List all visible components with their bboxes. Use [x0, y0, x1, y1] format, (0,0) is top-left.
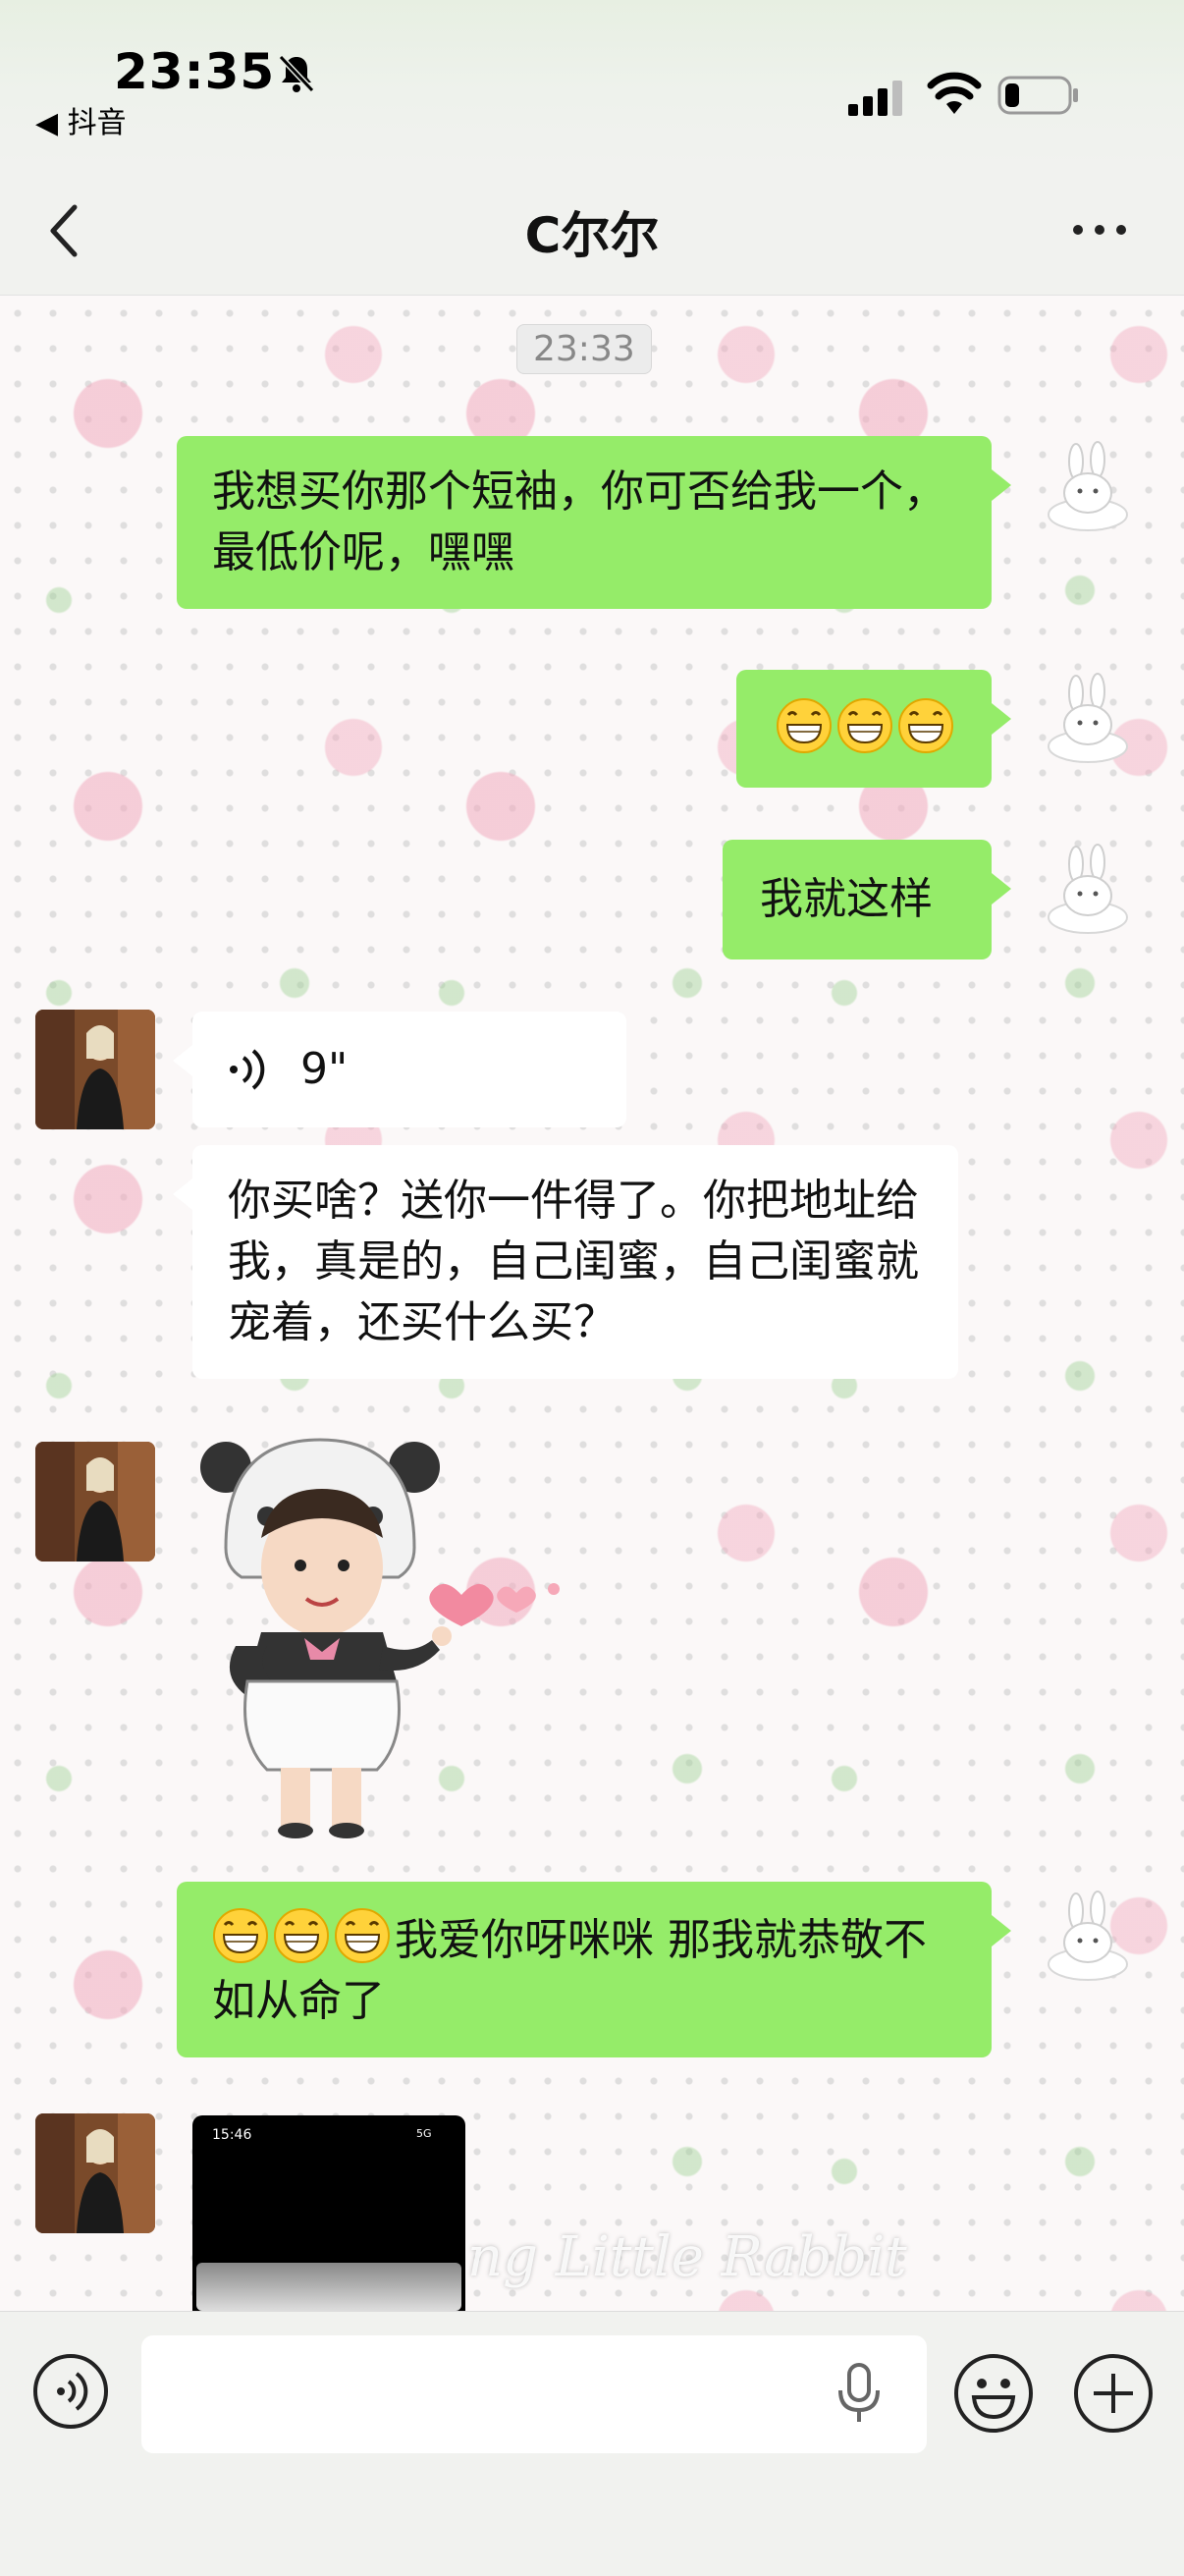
message-bubble-outgoing[interactable]: 我爱你呀咪咪 那我就恭敬不如从命了 [177, 1882, 1011, 2057]
add-attachment-icon[interactable] [1072, 2352, 1155, 2435]
contact-avatar-photo [35, 1442, 155, 1562]
image-content [196, 2263, 461, 2311]
message-bubble-incoming[interactable]: 你买啥？送你一件得了。你把地址给我，真是的，自己闺蜜，自己闺蜜就宠着，还买什么买… [173, 1145, 958, 1379]
heart-icon [497, 1586, 536, 1613]
self-avatar-bunny-icon[interactable] [1039, 1890, 1137, 1988]
image-message[interactable]: 15:46 5G [192, 2115, 465, 2311]
contact-avatar[interactable] [35, 1442, 155, 1562]
grinning-face-emoji-icon [335, 1908, 390, 1963]
status-time: 23:35 [114, 43, 276, 100]
self-avatar-bunny-icon[interactable] [1039, 672, 1137, 770]
wallpaper-watermark: ng Little Rabbit [467, 2225, 907, 2289]
message-text: 我就这样 [760, 874, 933, 924]
contact-avatar[interactable] [35, 2113, 155, 2233]
heart-icon [429, 1583, 494, 1626]
back-to-app-link[interactable]: ◀ 抖音 [35, 98, 127, 141]
more-options-icon[interactable] [1070, 218, 1129, 242]
voice-input-icon[interactable] [31, 2352, 110, 2431]
message-text: 我想买你那个短袖，你可否给我一个，最低价呢，嘿嘿 [212, 466, 946, 577]
message-bubble-outgoing[interactable] [736, 670, 1011, 788]
message-input[interactable] [141, 2335, 927, 2453]
grinning-face-emoji-icon [837, 698, 892, 753]
contact-avatar-photo [35, 2113, 155, 2233]
grinning-face-emoji-icon [898, 698, 953, 753]
cellular-signal-icon [848, 81, 902, 116]
panda-girl-heart-sticker[interactable] [196, 1430, 569, 1842]
message-text: 你买啥？送你一件得了。你把地址给我，真是的，自己闺蜜，自己闺蜜就宠着，还买什么买… [228, 1176, 919, 1347]
voice-duration: 9" [300, 1044, 349, 1094]
message-timestamp: 23:33 [516, 324, 652, 374]
image-status-net: 5G [416, 2127, 432, 2140]
contact-avatar[interactable] [35, 1010, 155, 1129]
emoji-picker-icon[interactable] [952, 2352, 1035, 2435]
message-bubble-outgoing[interactable]: 我就这样 [723, 840, 1011, 959]
wifi-icon [927, 72, 982, 114]
grinning-face-emoji-icon [274, 1908, 329, 1963]
voice-wave-icon [230, 1049, 265, 1090]
grinning-face-emoji-icon [777, 698, 832, 753]
battery-icon [997, 76, 1078, 115]
microphone-icon[interactable] [833, 2361, 886, 2426]
grinning-face-emoji-icon [213, 1908, 268, 1963]
self-avatar-bunny-icon[interactable] [1039, 440, 1137, 538]
bell-muted-icon [278, 54, 315, 93]
chat-title: C尔尔 [524, 207, 660, 264]
message-bubble-outgoing[interactable]: 我想买你那个短袖，你可否给我一个，最低价呢，嘿嘿 [177, 436, 1011, 609]
voice-message-bubble[interactable]: 9" [173, 1012, 626, 1127]
contact-avatar-photo [35, 1010, 155, 1129]
image-status-time: 15:46 [212, 2127, 252, 2143]
self-avatar-bunny-icon[interactable] [1039, 843, 1137, 941]
